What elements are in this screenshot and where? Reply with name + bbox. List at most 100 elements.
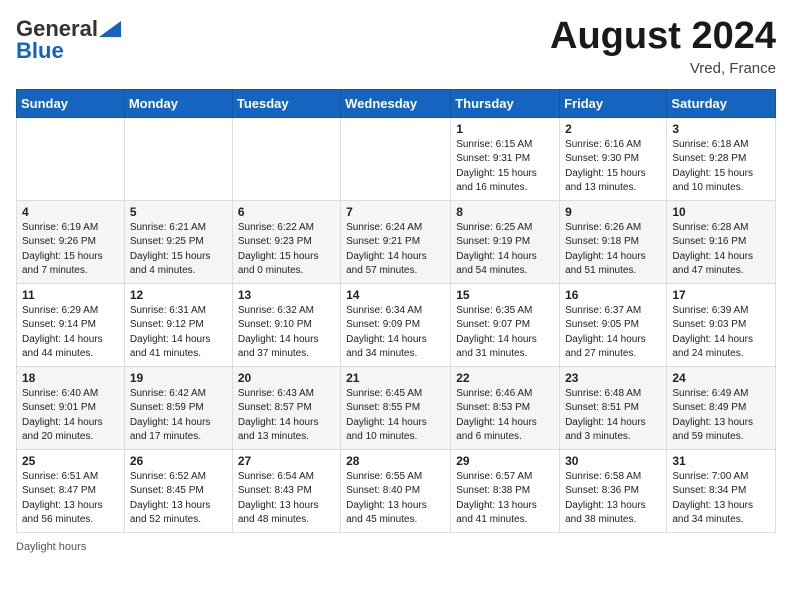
calendar-cell: 17 Sunrise: 6:39 AMSunset: 9:03 PMDayligh…: [667, 283, 776, 366]
calendar-day-header: Thursday: [451, 89, 560, 117]
calendar-cell: 8 Sunrise: 6:25 AMSunset: 9:19 PMDaylight…: [451, 200, 560, 283]
day-number: 9: [565, 205, 661, 219]
day-number: 4: [22, 205, 119, 219]
calendar-cell: 4 Sunrise: 6:19 AMSunset: 9:26 PMDaylight…: [17, 200, 125, 283]
footer-note: Daylight hours: [16, 541, 776, 553]
day-info: Sunrise: 6:35 AMSunset: 9:07 PMDaylight:…: [456, 304, 554, 362]
calendar-cell: 3 Sunrise: 6:18 AMSunset: 9:28 PMDaylight…: [667, 117, 776, 200]
day-info: Sunrise: 6:49 AMSunset: 8:49 PMDaylight:…: [672, 387, 770, 445]
day-number: 1: [456, 122, 554, 136]
day-info: Sunrise: 6:31 AMSunset: 9:12 PMDaylight:…: [130, 304, 227, 362]
calendar-cell: 15 Sunrise: 6:35 AMSunset: 9:07 PMDayligh…: [451, 283, 560, 366]
logo: General Blue: [16, 16, 122, 64]
day-info: Sunrise: 6:16 AMSunset: 9:30 PMDaylight:…: [565, 138, 661, 196]
calendar-week-row: 18 Sunrise: 6:40 AMSunset: 9:01 PMDayligh…: [17, 366, 776, 449]
calendar-cell: [17, 117, 125, 200]
calendar-cell: 30Sunrise: 6:58 AMSunset: 8:36 PMDayligh…: [560, 449, 667, 532]
calendar-day-header: Saturday: [667, 89, 776, 117]
day-number: 16: [565, 288, 661, 302]
day-number: 13: [238, 288, 335, 302]
day-info: Sunrise: 6:37 AMSunset: 9:05 PMDaylight:…: [565, 304, 661, 362]
calendar-day-header: Friday: [560, 89, 667, 117]
calendar-cell: 5 Sunrise: 6:21 AMSunset: 9:25 PMDaylight…: [124, 200, 232, 283]
day-number: 7: [346, 205, 445, 219]
day-info: Sunrise: 7:00 AMSunset: 8:34 PMDaylight:…: [672, 470, 770, 528]
day-number: 18: [22, 371, 119, 385]
day-info: Sunrise: 6:46 AMSunset: 8:53 PMDaylight:…: [456, 387, 554, 445]
day-info: Sunrise: 6:24 AMSunset: 9:21 PMDaylight:…: [346, 221, 445, 279]
calendar-cell: 9 Sunrise: 6:26 AMSunset: 9:18 PMDaylight…: [560, 200, 667, 283]
calendar-cell: 14Sunrise: 6:34 AMSunset: 9:09 PMDayligh…: [341, 283, 451, 366]
location: Vred, France: [550, 60, 776, 77]
day-info: Sunrise: 6:18 AMSunset: 9:28 PMDaylight:…: [672, 138, 770, 196]
day-number: 17: [672, 288, 770, 302]
calendar-cell: 13 Sunrise: 6:32 AMSunset: 9:10 PMDayligh…: [232, 283, 340, 366]
day-info: Sunrise: 6:55 AMSunset: 8:40 PMDaylight:…: [346, 470, 445, 528]
day-number: 3: [672, 122, 770, 136]
day-info: Sunrise: 6:48 AMSunset: 8:51 PMDaylight:…: [565, 387, 661, 445]
calendar-day-header: Sunday: [17, 89, 125, 117]
day-info: Sunrise: 6:29 AMSunset: 9:14 PMDaylight:…: [22, 304, 119, 362]
calendar-cell: 24 Sunrise: 6:49 AMSunset: 8:49 PMDayligh…: [667, 366, 776, 449]
day-number: 31: [672, 454, 770, 468]
calendar-week-row: 11Sunrise: 6:29 AMSunset: 9:14 PMDayligh…: [17, 283, 776, 366]
day-info: Sunrise: 6:28 AMSunset: 9:16 PMDaylight:…: [672, 221, 770, 279]
calendar-cell: 10Sunrise: 6:28 AMSunset: 9:16 PMDayligh…: [667, 200, 776, 283]
day-info: Sunrise: 6:51 AMSunset: 8:47 PMDaylight:…: [22, 470, 119, 528]
calendar-cell: 22Sunrise: 6:46 AMSunset: 8:53 PMDayligh…: [451, 366, 560, 449]
day-info: Sunrise: 6:52 AMSunset: 8:45 PMDaylight:…: [130, 470, 227, 528]
day-number: 19: [130, 371, 227, 385]
day-info: Sunrise: 6:26 AMSunset: 9:18 PMDaylight:…: [565, 221, 661, 279]
calendar-cell: 6Sunrise: 6:22 AMSunset: 9:23 PMDaylight…: [232, 200, 340, 283]
logo-icon: [99, 21, 121, 37]
calendar-cell: 23Sunrise: 6:48 AMSunset: 8:51 PMDayligh…: [560, 366, 667, 449]
calendar-day-header: Tuesday: [232, 89, 340, 117]
calendar-cell: 26 Sunrise: 6:52 AMSunset: 8:45 PMDayligh…: [124, 449, 232, 532]
calendar-cell: 2 Sunrise: 6:16 AMSunset: 9:30 PMDaylight…: [560, 117, 667, 200]
day-number: 21: [346, 371, 445, 385]
calendar-cell: 7 Sunrise: 6:24 AMSunset: 9:21 PMDaylight…: [341, 200, 451, 283]
day-number: 25: [22, 454, 119, 468]
title-block: August 2024 Vred, France: [550, 16, 776, 77]
day-info: Sunrise: 6:32 AMSunset: 9:10 PMDaylight:…: [238, 304, 335, 362]
calendar-cell: 31 Sunrise: 7:00 AMSunset: 8:34 PMDayligh…: [667, 449, 776, 532]
day-number: 2: [565, 122, 661, 136]
calendar-cell: 1 Sunrise: 6:15 AMSunset: 9:31 PMDaylight…: [451, 117, 560, 200]
calendar-table: SundayMondayTuesdayWednesdayThursdayFrid…: [16, 89, 776, 533]
day-info: Sunrise: 6:34 AMSunset: 9:09 PMDaylight:…: [346, 304, 445, 362]
day-number: 12: [130, 288, 227, 302]
calendar-cell: 12 Sunrise: 6:31 AMSunset: 9:12 PMDayligh…: [124, 283, 232, 366]
day-number: 5: [130, 205, 227, 219]
month-year: August 2024: [550, 16, 776, 58]
day-info: Sunrise: 6:54 AMSunset: 8:43 PMDaylight:…: [238, 470, 335, 528]
day-number: 28: [346, 454, 445, 468]
day-number: 26: [130, 454, 227, 468]
day-info: Sunrise: 6:25 AMSunset: 9:19 PMDaylight:…: [456, 221, 554, 279]
day-info: Sunrise: 6:15 AMSunset: 9:31 PMDaylight:…: [456, 138, 554, 196]
calendar-cell: 18 Sunrise: 6:40 AMSunset: 9:01 PMDayligh…: [17, 366, 125, 449]
day-number: 15: [456, 288, 554, 302]
calendar-week-row: 4 Sunrise: 6:19 AMSunset: 9:26 PMDaylight…: [17, 200, 776, 283]
page-header: General Blue August 2024 Vred, France: [16, 16, 776, 77]
calendar-week-row: 1 Sunrise: 6:15 AMSunset: 9:31 PMDaylight…: [17, 117, 776, 200]
day-number: 24: [672, 371, 770, 385]
day-number: 8: [456, 205, 554, 219]
calendar-cell: 11Sunrise: 6:29 AMSunset: 9:14 PMDayligh…: [17, 283, 125, 366]
day-number: 6: [238, 205, 335, 219]
calendar-cell: 21Sunrise: 6:45 AMSunset: 8:55 PMDayligh…: [341, 366, 451, 449]
day-info: Sunrise: 6:42 AMSunset: 8:59 PMDaylight:…: [130, 387, 227, 445]
calendar-cell: 27Sunrise: 6:54 AMSunset: 8:43 PMDayligh…: [232, 449, 340, 532]
day-number: 20: [238, 371, 335, 385]
calendar-cell: [341, 117, 451, 200]
calendar-cell: 19 Sunrise: 6:42 AMSunset: 8:59 PMDayligh…: [124, 366, 232, 449]
calendar-week-row: 25 Sunrise: 6:51 AMSunset: 8:47 PMDayligh…: [17, 449, 776, 532]
day-info: Sunrise: 6:40 AMSunset: 9:01 PMDaylight:…: [22, 387, 119, 445]
calendar-cell: 28 Sunrise: 6:55 AMSunset: 8:40 PMDayligh…: [341, 449, 451, 532]
day-info: Sunrise: 6:43 AMSunset: 8:57 PMDaylight:…: [238, 387, 335, 445]
day-info: Sunrise: 6:39 AMSunset: 9:03 PMDaylight:…: [672, 304, 770, 362]
day-number: 30: [565, 454, 661, 468]
day-info: Sunrise: 6:21 AMSunset: 9:25 PMDaylight:…: [130, 221, 227, 279]
day-number: 29: [456, 454, 554, 468]
calendar-cell: 20 Sunrise: 6:43 AMSunset: 8:57 PMDayligh…: [232, 366, 340, 449]
day-info: Sunrise: 6:19 AMSunset: 9:26 PMDaylight:…: [22, 221, 119, 279]
